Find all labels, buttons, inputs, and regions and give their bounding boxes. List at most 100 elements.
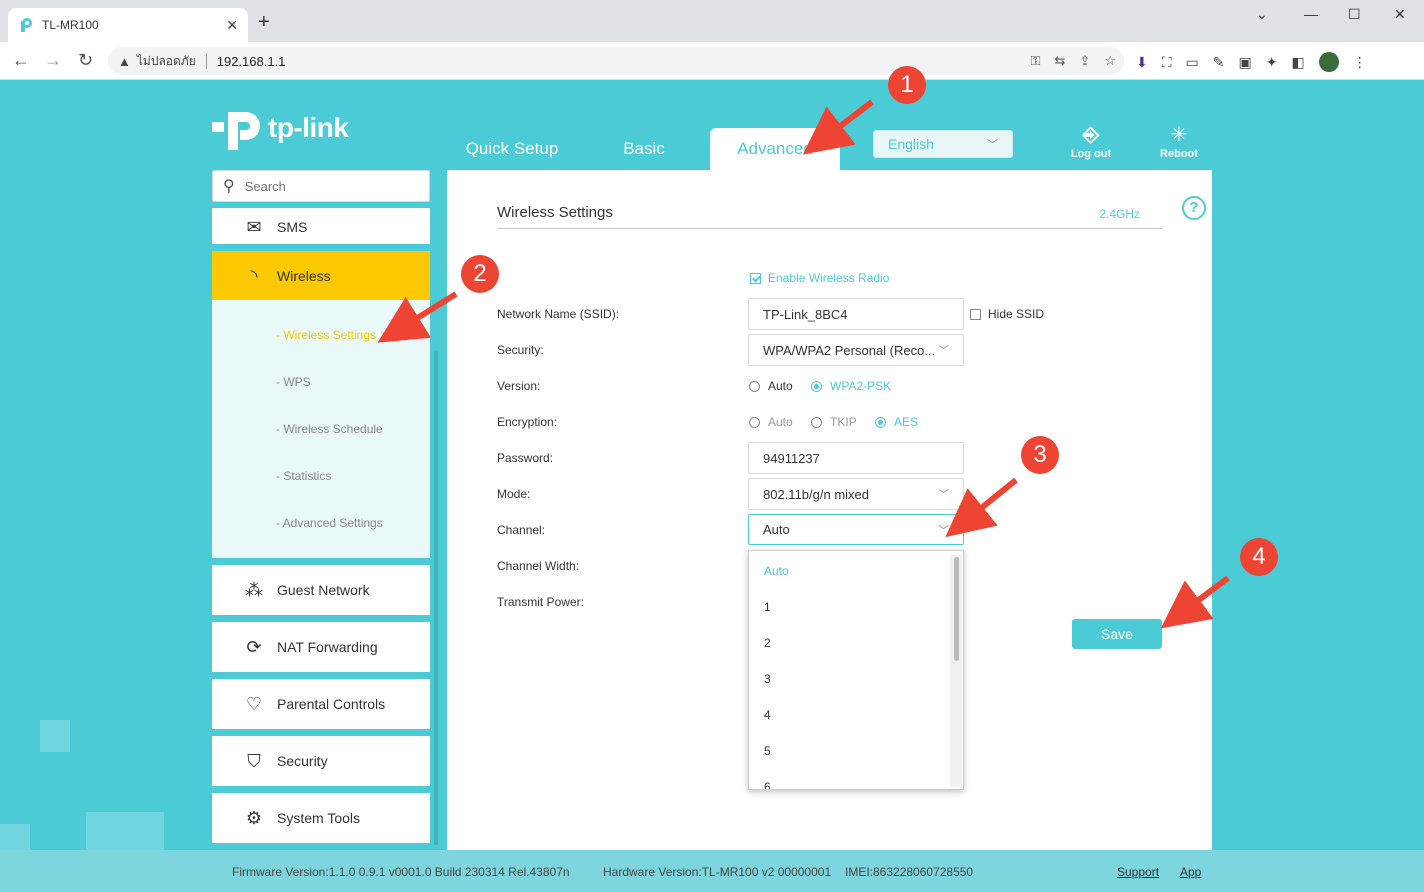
minimize-button[interactable]: — (1304, 6, 1318, 22)
edit-extension-icon[interactable]: ✎ (1213, 54, 1225, 71)
version-auto-radio[interactable]: Auto (749, 379, 793, 393)
sidebar-item-sms[interactable]: ✉ SMS (212, 208, 430, 244)
sidebar-item-nat-forwarding[interactable]: ⟳ NAT Forwarding (212, 622, 430, 672)
browser-tab[interactable]: TL-MR100 ✕ (8, 8, 248, 42)
enable-wireless-radio-label: Enable Wireless Radio (768, 271, 890, 285)
channel-dropdown-list: Auto 1 2 3 4 5 6 (748, 550, 964, 790)
version-wpa2-psk-radio[interactable]: WPA2-PSK (811, 379, 891, 393)
tab-close-icon[interactable]: ✕ (226, 17, 238, 34)
dropdown-scrollbar-thumb[interactable] (954, 557, 959, 661)
mode-value: 802.11b/g/n mixed (763, 486, 869, 502)
sidebar-scrollbar[interactable] (434, 350, 438, 845)
cast-icon[interactable]: ▭ (1186, 54, 1199, 71)
submenu-wireless-schedule[interactable]: - Wireless Schedule (276, 422, 383, 436)
side-panel-icon[interactable]: ◧ (1291, 54, 1304, 71)
mode-label: Mode: (497, 487, 531, 501)
radio-on-icon (811, 380, 822, 392)
translate-icon[interactable]: ⇆ (1055, 53, 1066, 69)
close-window-button[interactable]: ✕ (1394, 6, 1406, 23)
annotation-badge-4: 4 (1240, 538, 1278, 576)
transmit-power-label: Transmit Power: (497, 595, 584, 609)
insecure-label[interactable]: ไม่ปลอดภัย (137, 52, 196, 71)
support-link[interactable]: Support (1117, 865, 1159, 879)
tab-basic[interactable]: Basic (592, 128, 696, 170)
download-icon[interactable]: ⬇ (1136, 54, 1148, 71)
maximize-button[interactable]: ☐ (1348, 6, 1361, 23)
radio-label: Auto (768, 379, 793, 393)
radio-label: Auto (768, 415, 793, 429)
screenshot-icon[interactable]: ⛶ (1162, 54, 1172, 71)
heart-icon: ♡ (245, 693, 263, 714)
sidebar-search[interactable]: ⚲ (212, 170, 430, 202)
sidebar-item-label: Security (277, 753, 328, 769)
app-link[interactable]: App (1180, 865, 1201, 879)
sidebar-item-parental-controls[interactable]: ♡ Parental Controls (212, 679, 430, 729)
sidebar-item-guest-network[interactable]: ⁂ Guest Network (212, 565, 430, 615)
reload-icon[interactable]: ↻ (78, 51, 93, 69)
key-icon[interactable]: ⚿ (1031, 53, 1041, 69)
firmware-version: Firmware Version:1.1.0 0.9.1 v0001.0 Bui… (232, 865, 570, 879)
sidebar-item-label: System Tools (277, 810, 360, 826)
submenu-wireless-settings[interactable]: - Wireless Settings (276, 328, 376, 342)
security-select[interactable]: WPA/WPA2 Personal (Reco... ﹀ (748, 334, 964, 366)
new-tab-button[interactable]: + (258, 12, 270, 32)
annotation-badge-2: 2 (461, 255, 499, 293)
radio-label: TKIP (830, 415, 857, 429)
mode-select[interactable]: 802.11b/g/n mixed ﹀ (748, 478, 964, 510)
back-icon[interactable]: ← (12, 51, 30, 69)
tab-advanced[interactable]: Advanced (710, 128, 840, 170)
search-input[interactable] (244, 178, 405, 194)
background-decoration (0, 824, 30, 852)
encryption-tkip-radio[interactable]: TKIP (811, 415, 857, 429)
channel-option[interactable]: 2 (764, 636, 771, 650)
security-label: Security: (497, 343, 544, 357)
logout-button[interactable]: ⎆ Log out (1061, 122, 1121, 160)
annotation-badge-1: 1 (888, 66, 926, 104)
encryption-label: Encryption: (497, 415, 558, 429)
sidebar-item-label: NAT Forwarding (277, 639, 378, 655)
submenu-statistics[interactable]: - Statistics (276, 469, 331, 483)
password-value: 94911237 (763, 450, 820, 466)
bookmark-star-icon[interactable]: ☆ (1104, 53, 1116, 69)
channel-value: Auto (763, 522, 790, 537)
tab-quick-setup[interactable]: Quick Setup (454, 128, 570, 170)
address-bar[interactable]: ▲ ไม่ปลอดภัย 192.168.1.1 ⚿ ⇆ ⇪ ☆ (108, 47, 1124, 75)
ssid-input[interactable]: TP-Link_8BC4 (748, 298, 964, 330)
help-icon[interactable]: ? (1182, 196, 1206, 220)
radio-off-icon (811, 416, 822, 428)
channel-select[interactable]: Auto ﹀ (748, 514, 964, 545)
sidebar-item-security[interactable]: ⛉ Security (212, 736, 430, 786)
radio-on-icon (875, 416, 886, 428)
submenu-advanced-settings[interactable]: - Advanced Settings (276, 516, 383, 530)
capture-extension-icon[interactable]: ▣ (1239, 54, 1252, 71)
tp-link-favicon-icon (21, 18, 32, 32)
sidebar-item-wireless[interactable]: ◝ Wireless (212, 251, 430, 301)
sidebar-item-system-tools[interactable]: ⚙ System Tools (212, 793, 430, 843)
hide-ssid-checkbox[interactable]: Hide SSID (970, 307, 1044, 321)
title-divider (497, 228, 1162, 229)
encryption-aes-radio[interactable]: AES (875, 415, 918, 429)
reboot-icon: ✳ (1170, 124, 1188, 146)
menu-kebab-icon[interactable]: ⋮ (1353, 54, 1367, 71)
enable-wireless-radio-checkbox[interactable]: Enable Wireless Radio (750, 271, 889, 285)
save-button[interactable]: Save (1072, 619, 1162, 649)
forward-icon[interactable]: → (44, 51, 62, 69)
password-input[interactable]: 94911237 (748, 442, 964, 474)
brand-wordmark: tp-link (268, 112, 349, 143)
channel-option[interactable]: 5 (764, 744, 771, 758)
url-text[interactable]: 192.168.1.1 (217, 54, 286, 69)
puzzle-icon[interactable]: ✦ (1266, 54, 1278, 71)
reboot-button[interactable]: ✳ Reboot (1149, 122, 1209, 160)
tab-search-chevron-icon[interactable]: ⌄ (1256, 6, 1268, 23)
submenu-wps[interactable]: - WPS (276, 375, 311, 389)
channel-option[interactable]: 3 (764, 672, 771, 686)
channel-option[interactable]: 4 (764, 708, 771, 722)
profile-avatar[interactable] (1318, 52, 1339, 72)
encryption-auto-radio[interactable]: Auto (749, 415, 793, 429)
channel-option[interactable]: 6 (764, 780, 771, 789)
browser-tab-bar: TL-MR100 ✕ + ⌄ — ☐ ✕ (0, 0, 1424, 42)
share-icon[interactable]: ⇪ (1079, 53, 1090, 69)
channel-option[interactable]: 1 (764, 600, 771, 614)
channel-option[interactable]: Auto (764, 564, 789, 578)
language-select[interactable]: English ﹀ (873, 130, 1013, 158)
